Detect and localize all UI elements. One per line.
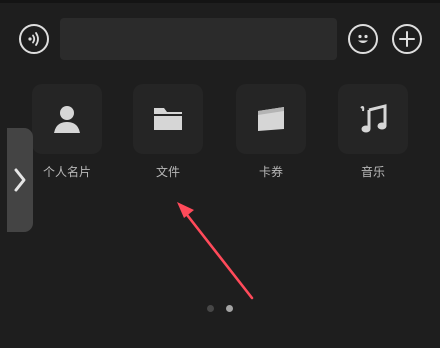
annotation-arrow bbox=[177, 202, 254, 300]
